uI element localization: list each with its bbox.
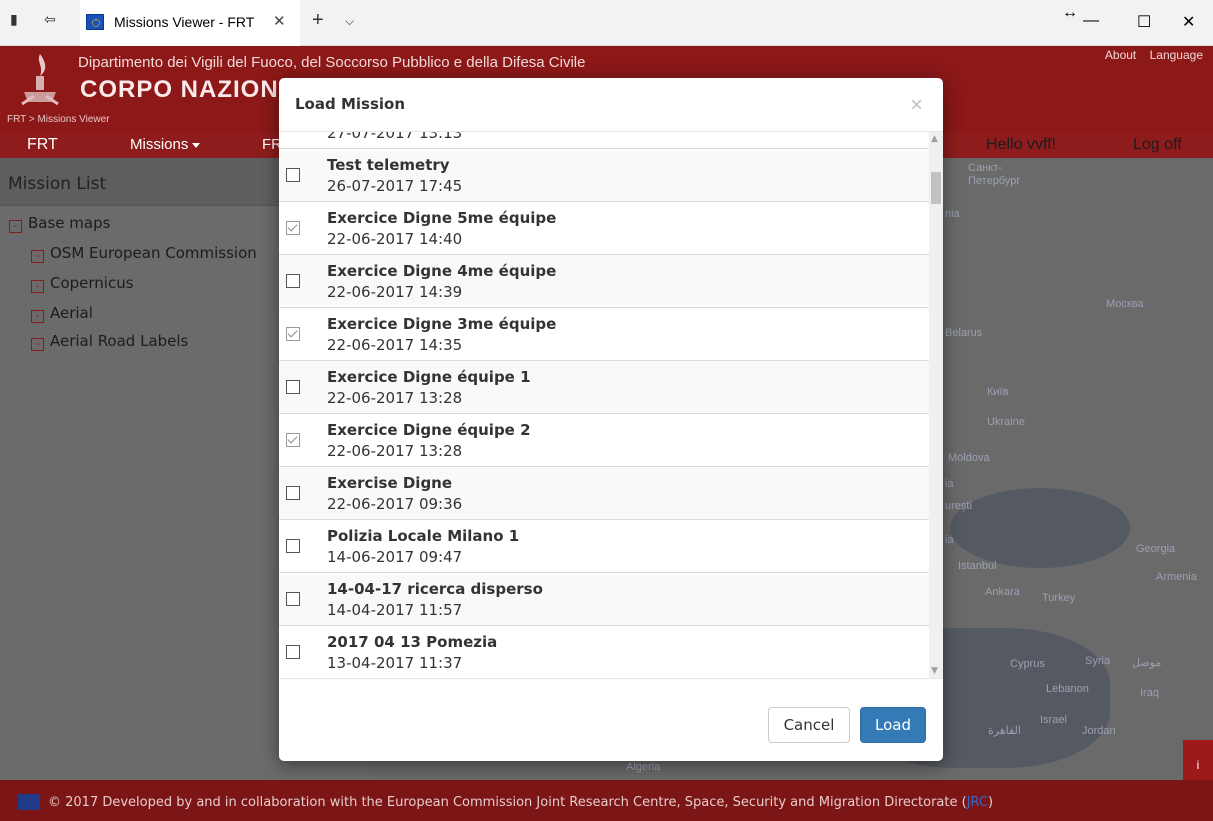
mission-name: Exercise Digne bbox=[327, 474, 453, 492]
mission-row[interactable]: Exercice Digne 5me équipe 22-06-2017 14:4… bbox=[279, 202, 929, 255]
mission-date: 27-07-2017 13:13 bbox=[327, 132, 463, 142]
mission-date: 22-06-2017 14:40 bbox=[327, 230, 463, 248]
mission-name: 14-04-17 ricerca disperso bbox=[327, 580, 543, 598]
mission-checkbox[interactable] bbox=[286, 168, 300, 182]
maximize-icon[interactable]: ☐ bbox=[1137, 12, 1151, 32]
new-tab-icon[interactable]: + bbox=[312, 9, 324, 32]
browser-tab[interactable]: Missions Viewer - FRT ✕ bbox=[80, 0, 300, 46]
mission-row[interactable]: Exercice Digne 4me équipe 22-06-2017 14:3… bbox=[279, 255, 929, 308]
mission-checkbox[interactable] bbox=[286, 486, 300, 500]
scroll-thumb[interactable] bbox=[931, 172, 941, 204]
mission-date: 22-06-2017 14:39 bbox=[327, 283, 463, 301]
minimize-icon[interactable]: — bbox=[1083, 12, 1099, 30]
mission-row[interactable]: Exercice Digne équipe 2 22-06-2017 13:28 bbox=[279, 414, 929, 467]
mission-date: 22-06-2017 14:35 bbox=[327, 336, 463, 354]
mission-row[interactable]: Exercice Digne 3me équipe 22-06-2017 14:3… bbox=[279, 308, 929, 361]
mission-name: Exercice Digne 5me équipe bbox=[327, 209, 557, 227]
mission-row[interactable]: 27-07-2017 13:13 bbox=[279, 132, 929, 149]
mission-row[interactable]: Exercise Digne 22-06-2017 09:36 bbox=[279, 467, 929, 520]
mission-date: 22-06-2017 13:28 bbox=[327, 442, 463, 460]
mission-list-container[interactable]: 27-07-2017 13:13 Test telemetry 26-07-2017… bbox=[279, 132, 943, 678]
mission-checkbox[interactable] bbox=[286, 274, 300, 288]
tab-title: Missions Viewer - FRT bbox=[114, 14, 255, 30]
mission-date: 14-06-2017 09:47 bbox=[327, 548, 463, 566]
mission-name: Test telemetry bbox=[327, 156, 450, 174]
modal-title: Load Mission bbox=[295, 95, 405, 113]
mission-checkbox[interactable] bbox=[286, 221, 300, 235]
mission-checkbox[interactable] bbox=[286, 539, 300, 553]
close-window-icon[interactable]: ✕ bbox=[1182, 12, 1195, 32]
mission-row[interactable]: 2017 04 13 Pomezia 13-04-2017 11:37 bbox=[279, 626, 929, 678]
browser-titlebar: ▮ ⇦ Missions Viewer - FRT ✕ + ⌵ ↔ — ☐ ✕ bbox=[0, 0, 1213, 46]
set-aside-tabs-icon[interactable]: ⇦ bbox=[44, 12, 56, 28]
cancel-button[interactable]: Cancel bbox=[768, 707, 850, 743]
expand-icon[interactable]: ↔ bbox=[1062, 4, 1078, 22]
mission-row[interactable]: 14-04-17 ricerca disperso 14-04-2017 11:5… bbox=[279, 573, 929, 626]
mission-name: 2017 04 13 Pomezia bbox=[327, 633, 498, 651]
close-icon[interactable]: × bbox=[910, 92, 923, 118]
mission-date: 22-06-2017 13:28 bbox=[327, 389, 463, 407]
mission-checkbox[interactable] bbox=[286, 433, 300, 447]
mission-name: Polizia Locale Milano 1 bbox=[327, 527, 520, 545]
mission-checkbox[interactable] bbox=[286, 327, 300, 341]
modal-footer: Cancel Load bbox=[279, 678, 943, 761]
eu-flag-icon bbox=[86, 14, 104, 30]
scroll-up-icon[interactable]: ▲ bbox=[931, 134, 938, 144]
tab-menu-chevron-icon[interactable]: ⌵ bbox=[345, 14, 354, 29]
mission-checkbox[interactable] bbox=[286, 380, 300, 394]
mission-name: Exercice Digne équipe 1 bbox=[327, 368, 531, 386]
mission-date: 26-07-2017 17:45 bbox=[327, 177, 463, 195]
modal-header: Load Mission × bbox=[279, 78, 943, 132]
close-tab-icon[interactable]: ✕ bbox=[273, 12, 286, 30]
mission-date: 13-04-2017 11:37 bbox=[327, 654, 463, 672]
mission-name: Exercice Digne 4me équipe bbox=[327, 262, 557, 280]
mission-name: Exercice Digne équipe 2 bbox=[327, 421, 531, 439]
scrollbar[interactable]: ▲ ▼ bbox=[929, 132, 943, 678]
mission-row[interactable]: Test telemetry 26-07-2017 17:45 bbox=[279, 149, 929, 202]
load-mission-dialog: Load Mission × 27-07-2017 13:13 Test tele… bbox=[279, 78, 943, 761]
mission-date: 14-04-2017 11:57 bbox=[327, 601, 463, 619]
tab-actions-icon[interactable]: ▮ bbox=[10, 12, 18, 28]
mission-row[interactable]: Exercice Digne équipe 1 22-06-2017 13:28 bbox=[279, 361, 929, 414]
mission-date: 22-06-2017 09:36 bbox=[327, 495, 463, 513]
mission-checkbox[interactable] bbox=[286, 592, 300, 606]
mission-row[interactable]: Polizia Locale Milano 1 14-06-2017 09:47 bbox=[279, 520, 929, 573]
mission-name: Exercice Digne 3me équipe bbox=[327, 315, 557, 333]
mission-checkbox[interactable] bbox=[286, 645, 300, 659]
mission-list: 27-07-2017 13:13 Test telemetry 26-07-2017… bbox=[279, 132, 929, 678]
scroll-down-icon[interactable]: ▼ bbox=[931, 666, 938, 676]
load-button[interactable]: Load bbox=[860, 707, 926, 743]
